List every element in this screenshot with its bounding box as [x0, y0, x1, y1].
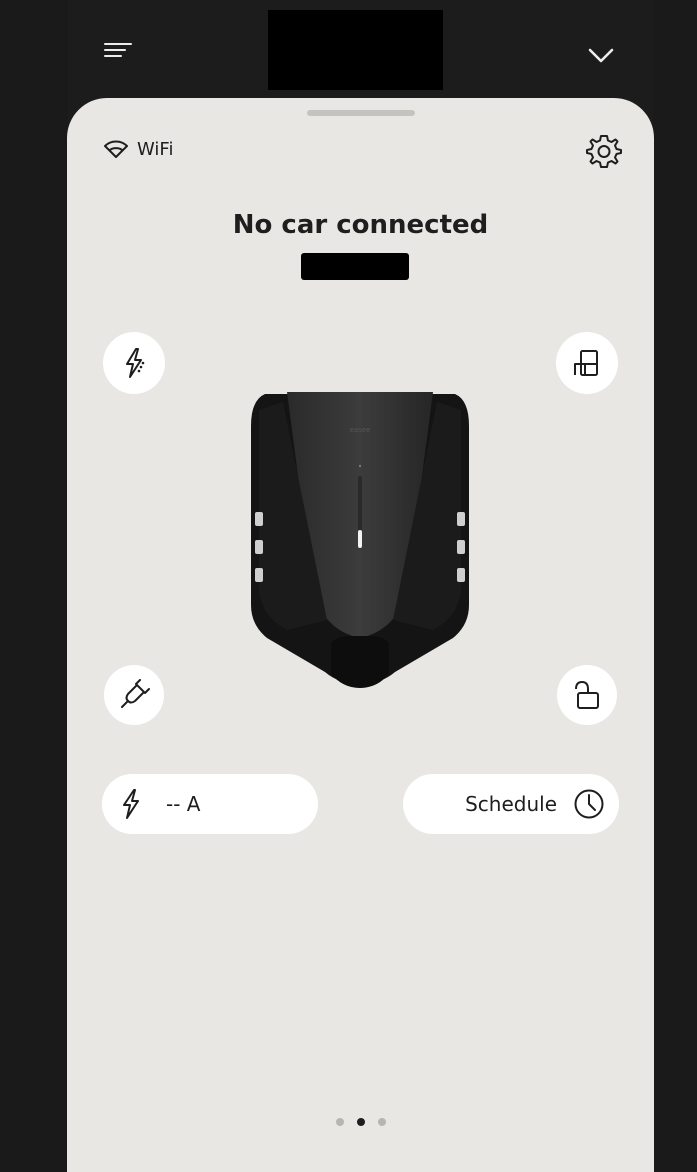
- menu-icon-line: [104, 55, 122, 57]
- svg-text:easee: easee: [350, 426, 371, 434]
- collapse-button[interactable]: [586, 44, 616, 68]
- menu-icon-line: [104, 49, 126, 51]
- menu-icon: [104, 43, 132, 45]
- charging-current-pill[interactable]: -- A: [102, 774, 318, 834]
- drag-handle[interactable]: [307, 110, 415, 116]
- wifi-icon: [104, 140, 128, 158]
- current-value: -- A: [166, 792, 201, 816]
- right-background: [653, 0, 697, 1172]
- schedule-pill[interactable]: Schedule: [403, 774, 619, 834]
- left-background: [0, 0, 68, 1172]
- wifi-status[interactable]: WiFi: [103, 136, 173, 162]
- settings-button[interactable]: [585, 132, 623, 170]
- chevron-down-icon: [588, 48, 614, 63]
- page-indicator: [67, 1118, 654, 1126]
- charger-card: WiFi No car connected easee -- A Schedul…: [67, 98, 654, 1172]
- lightning-icon: [123, 789, 139, 819]
- clock-icon: [574, 789, 604, 819]
- schedule-label: Schedule: [465, 792, 557, 816]
- connection-title: No car connected: [232, 210, 489, 240]
- redacted-charger-name: [268, 10, 443, 90]
- redacted-subtitle: [301, 253, 409, 280]
- page-dot[interactable]: [377, 1118, 386, 1126]
- charger-device-image: easee: [251, 392, 469, 688]
- plug-button[interactable]: [104, 665, 164, 725]
- lightning-smart-charging-icon: [126, 348, 145, 378]
- plug-icon: [121, 679, 150, 708]
- page-dot[interactable]: [335, 1118, 344, 1126]
- smart-charging-button[interactable]: [103, 332, 165, 394]
- menu-button[interactable]: [100, 36, 136, 64]
- page-dot-active[interactable]: [356, 1118, 365, 1126]
- lock-button[interactable]: [557, 665, 617, 725]
- installation-layout-icon: [574, 350, 598, 376]
- gear-icon: [586, 135, 622, 168]
- installation-button[interactable]: [556, 332, 618, 394]
- wifi-label: WiFi: [137, 138, 174, 160]
- unlock-icon: [575, 680, 599, 709]
